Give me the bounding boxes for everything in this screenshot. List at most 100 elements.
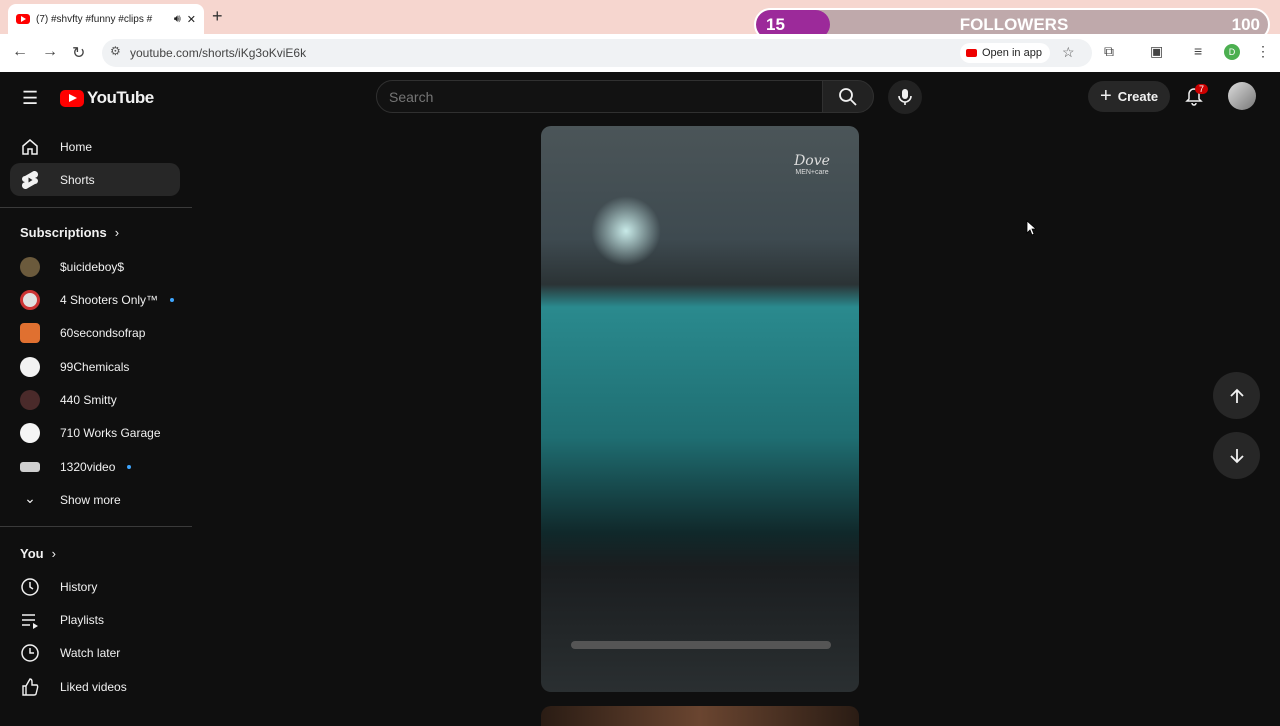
microphone-icon [898, 89, 912, 105]
media-controls-icon[interactable]: ≡ [1194, 43, 1202, 59]
chevron-right-icon: › [114, 225, 120, 240]
history-icon [20, 577, 40, 597]
like-icon [20, 677, 40, 697]
sidebar-item-label: Liked videos [60, 680, 127, 694]
subscription-item[interactable]: 99Chemicals [20, 352, 180, 382]
you-heading[interactable]: You › [20, 546, 56, 561]
create-button[interactable]: + Create [1088, 81, 1171, 112]
channel-avatar [20, 423, 40, 443]
home-icon [20, 137, 40, 157]
sidebar-item-liked-videos[interactable]: Liked videos [20, 672, 180, 702]
bookmark-star-icon[interactable]: ☆ [1062, 44, 1075, 61]
sidebar-item-label: Shorts [60, 172, 95, 187]
channel-avatar [20, 257, 40, 277]
browser-toolbar: ← → ↻ ⚙ youtube.com/shorts/iKg3oKviE6k O… [0, 34, 1280, 72]
search-icon [839, 87, 857, 106]
channel-name: 440 Smitty [60, 393, 117, 407]
sidebar-divider [0, 207, 192, 208]
subscription-item[interactable]: 440 Smitty [20, 385, 180, 415]
youtube-play-icon [60, 89, 84, 107]
sidebar-divider [0, 526, 192, 527]
channel-name: 60secondsofrap [60, 326, 146, 340]
menu-icon[interactable]: ☰ [22, 88, 38, 109]
mouse-cursor-icon [1026, 220, 1036, 236]
watch-later-icon [20, 643, 40, 663]
next-short-button[interactable] [1213, 432, 1260, 479]
sidebar-item-history[interactable]: History [20, 572, 180, 602]
subscription-item[interactable]: $uicideboy$ [20, 252, 180, 282]
new-tab-button[interactable]: + [212, 6, 223, 27]
sidebar-item-home[interactable]: Home [10, 130, 180, 163]
close-tab-icon[interactable]: ✕ [187, 13, 196, 26]
subscription-item[interactable]: 4 Shooters Only™ [20, 285, 180, 315]
side-panel-icon[interactable]: ▣ [1150, 43, 1163, 60]
sidebar-item-playlists[interactable]: Playlists [20, 605, 180, 635]
extensions-icon[interactable]: ⧉ [1104, 43, 1114, 60]
arrow-down-icon [1229, 448, 1244, 463]
brand-watermark: Dove MEN+care [789, 154, 835, 196]
you-title: You [20, 546, 44, 561]
channel-name: 1320video [60, 460, 116, 474]
site-info-icon[interactable]: ⚙ [110, 44, 121, 58]
youtube-logo-text: YouTube [87, 88, 154, 107]
channel-avatar [20, 462, 40, 472]
blurred-bar [571, 641, 831, 649]
channel-avatar [20, 323, 40, 343]
reload-icon[interactable]: ↻ [72, 43, 85, 63]
follower-goal-label: FOLLOWERS [959, 15, 1069, 34]
channel-name: 99Chemicals [60, 360, 130, 374]
brand-sub: MEN+care [795, 169, 829, 176]
arrow-up-icon [1229, 388, 1244, 403]
previous-short-button[interactable] [1213, 372, 1260, 419]
account-avatar[interactable] [1228, 82, 1256, 110]
channel-avatar [20, 357, 40, 377]
shorts-video-player[interactable]: Dove MEN+care [541, 126, 859, 692]
back-icon[interactable]: ← [12, 43, 28, 61]
chevron-down-icon: ⌄ [24, 490, 36, 506]
create-label: Create [1117, 89, 1159, 104]
subscriptions-heading[interactable]: Subscriptions › [20, 225, 119, 240]
search-button[interactable] [822, 80, 874, 113]
show-more-button[interactable]: ⌄ Show more [20, 485, 180, 515]
playlists-icon [20, 610, 40, 630]
subscription-item[interactable]: 1320video [20, 452, 180, 482]
next-short-preview[interactable] [541, 706, 859, 726]
video-light-spot [591, 196, 661, 266]
channel-avatar [20, 290, 40, 310]
channel-name: $uicideboy$ [60, 260, 125, 274]
subscription-item[interactable]: 60secondsofrap [20, 318, 180, 348]
sidebar-item-shorts[interactable]: Shorts [10, 163, 180, 196]
youtube-header: ☰ YouTube + Create 7 [0, 72, 1280, 120]
sidebar: Home Shorts Subscriptions › $uicideboy$ 4… [0, 120, 192, 720]
url-text[interactable]: youtube.com/shorts/iKg3oKviE6k [130, 46, 306, 60]
voice-search-button[interactable] [888, 80, 922, 114]
youtube-logo[interactable]: YouTube [60, 88, 154, 108]
new-content-dot [127, 465, 132, 469]
audio-playing-icon[interactable]: 🔊︎ [174, 13, 181, 26]
browser-menu-icon[interactable]: ⋮ [1256, 43, 1270, 60]
sidebar-item-label: Watch later [60, 646, 121, 660]
tab-title: (7) #shvfty #funny #clips # [36, 13, 153, 25]
plus-icon: + [1100, 85, 1112, 107]
follower-goal-count: 100 [1231, 15, 1260, 34]
forward-icon[interactable]: → [42, 43, 58, 61]
new-content-dot [170, 298, 175, 302]
sidebar-item-watch-later[interactable]: Watch later [20, 638, 180, 668]
follower-current-count: 15 [766, 15, 785, 34]
channel-name: 4 Shooters Only™ [60, 293, 159, 307]
open-in-app-button[interactable]: Open in app [960, 43, 1050, 63]
address-bar[interactable]: ⚙ youtube.com/shorts/iKg3oKviE6k Open in… [102, 39, 1092, 67]
subscription-item[interactable]: 710 Works Garage [20, 418, 180, 448]
shorts-icon [20, 170, 40, 190]
browser-profile-avatar[interactable]: D [1224, 44, 1240, 60]
chevron-right-icon: › [51, 546, 56, 561]
search-input[interactable] [376, 80, 823, 113]
sidebar-item-label: Home [60, 139, 93, 154]
show-more-label: Show more [60, 493, 121, 507]
subscriptions-title: Subscriptions [20, 225, 107, 240]
sidebar-item-label: History [60, 580, 98, 594]
browser-tab[interactable]: (7) #shvfty #funny #clips # 🔊︎ ✕ [8, 4, 204, 34]
youtube-app-icon [966, 49, 977, 57]
channel-avatar [20, 390, 40, 410]
notification-count-badge: 7 [1195, 84, 1209, 94]
